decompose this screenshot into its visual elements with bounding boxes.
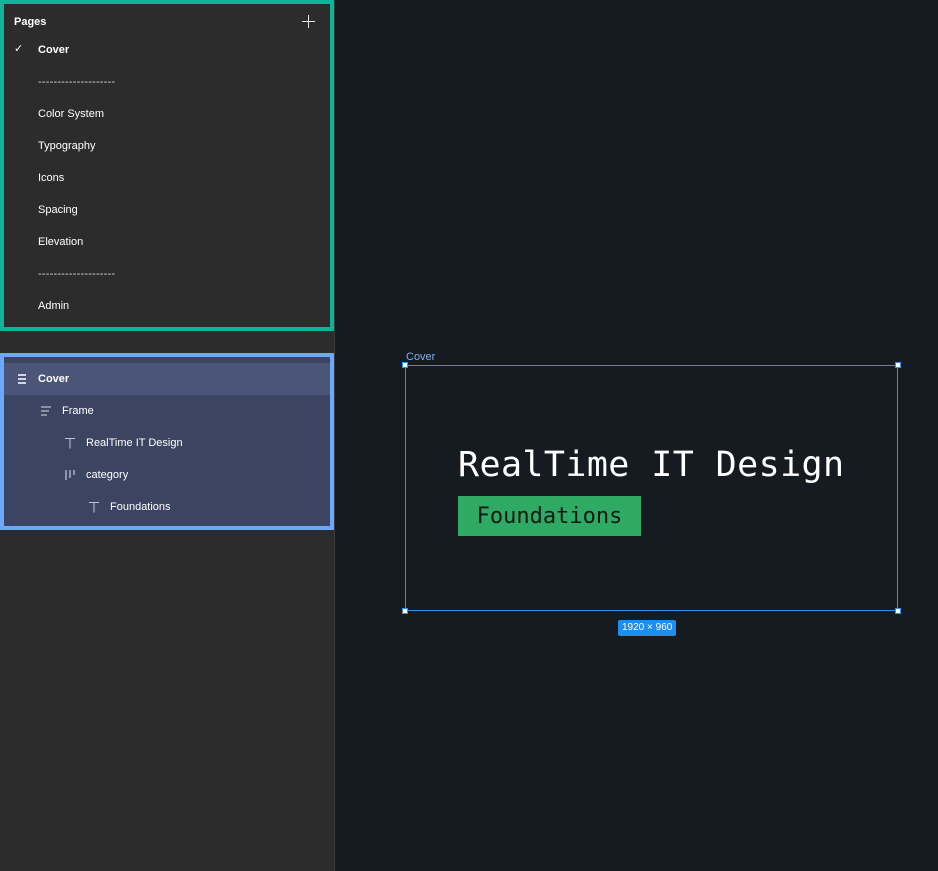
page-item-cover[interactable]: ✓ Cover [4, 34, 330, 66]
page-item-label: Typography [38, 140, 96, 152]
layer-label: RealTime IT Design [86, 437, 183, 449]
resize-handle-bottom-left[interactable] [402, 608, 408, 614]
frame-name-label[interactable]: Cover [406, 351, 435, 363]
layer-row-cover[interactable]: Cover [4, 363, 330, 395]
page-item-elevation[interactable]: Elevation [4, 226, 330, 258]
page-item-label: -------------------- [38, 76, 116, 88]
frame-icon [16, 373, 28, 385]
pages-header: Pages [14, 12, 316, 32]
auto-layout-vertical-icon [40, 405, 52, 417]
resize-handle-top-right[interactable] [895, 362, 901, 368]
page-item-label: Spacing [38, 204, 78, 216]
page-item-typography[interactable]: Typography [4, 130, 330, 162]
layer-row-foundations-text[interactable]: Foundations [4, 491, 330, 523]
layer-label: Foundations [110, 501, 171, 513]
layer-row-title-text[interactable]: RealTime IT Design [4, 427, 330, 459]
cover-frame[interactable] [405, 365, 898, 611]
page-item-icons[interactable]: Icons [4, 162, 330, 194]
category-tag[interactable]: Foundations [458, 496, 641, 536]
category-tag-label: Foundations [476, 503, 623, 529]
auto-layout-horizontal-icon [64, 469, 76, 481]
page-item-label: Icons [38, 172, 65, 184]
text-icon [64, 437, 76, 449]
page-item-label: Cover [38, 44, 70, 56]
resize-handle-bottom-right[interactable] [895, 608, 901, 614]
pages-panel: Pages ✓ Cover -------------------- Color… [0, 0, 334, 331]
left-sidebar: Pages ✓ Cover -------------------- Color… [0, 0, 335, 871]
layer-row-frame[interactable]: Frame [4, 395, 330, 427]
page-item-spacing[interactable]: Spacing [4, 194, 330, 226]
page-list: ✓ Cover -------------------- Color Syste… [4, 34, 330, 322]
cover-title-text[interactable]: RealTime IT Design [458, 445, 845, 485]
layer-label: Cover [38, 373, 70, 385]
page-item-label: Color System [38, 108, 105, 120]
page-item-label: Elevation [38, 236, 84, 248]
pages-title: Pages [14, 16, 47, 28]
checkmark-icon: ✓ [14, 43, 24, 55]
layer-label: Frame [62, 405, 94, 417]
page-item-label: -------------------- [38, 268, 116, 280]
text-icon [88, 501, 100, 513]
page-item-admin[interactable]: Admin [4, 290, 330, 322]
add-page-icon[interactable] [302, 15, 316, 29]
page-item-color-system[interactable]: Color System [4, 98, 330, 130]
resize-handle-top-left[interactable] [402, 362, 408, 368]
page-item-label: Admin [38, 300, 70, 312]
page-item-divider[interactable]: -------------------- [4, 66, 330, 98]
layer-label: category [86, 469, 129, 481]
frame-size-badge: 1920 × 960 [618, 620, 677, 636]
page-item-divider[interactable]: -------------------- [4, 258, 330, 290]
layer-row-category[interactable]: category [4, 459, 330, 491]
layers-panel: Cover Frame RealTime IT Design category … [0, 353, 334, 530]
